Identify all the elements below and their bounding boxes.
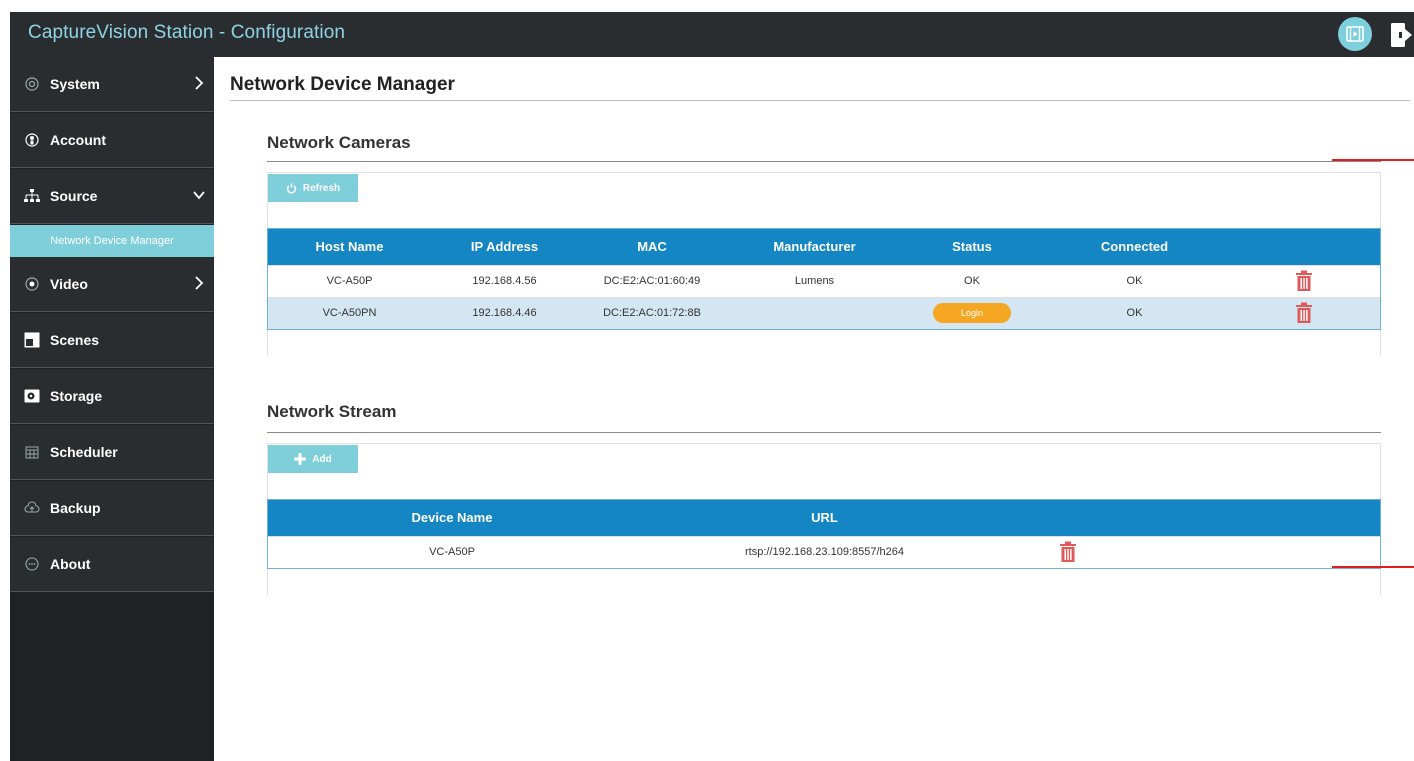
sidebar-item-label: Scheduler — [50, 444, 118, 460]
col-connected[interactable]: Connected — [1042, 228, 1227, 265]
sidebar-item-label: Account — [50, 132, 106, 148]
stream-table-header: Device Name URL — [267, 499, 1381, 536]
col-mac[interactable]: MAC — [577, 228, 727, 265]
sidebar-item-storage[interactable]: Storage — [10, 369, 214, 424]
sidebar-item-backup[interactable]: Backup — [10, 481, 214, 536]
sidebar-item-label: Source — [50, 188, 98, 204]
col-status[interactable]: Status — [902, 228, 1042, 265]
add-button-label: Add — [312, 453, 332, 465]
logout-button[interactable] — [1388, 20, 1414, 50]
chevron-down-icon — [193, 191, 205, 200]
trash-icon[interactable] — [1295, 270, 1313, 292]
film-play-icon — [1346, 26, 1364, 42]
cell-url: rtsp://192.168.23.109:8557/h264 — [637, 535, 1012, 568]
sidebar-item-label: System — [50, 76, 100, 92]
cell-manufacturer — [727, 296, 902, 329]
sidebar-item-system[interactable]: System — [10, 57, 214, 112]
col-device-name[interactable]: Device Name — [267, 499, 637, 536]
cameras-table: Host Name IP Address MAC Manufacturer St… — [267, 228, 1381, 329]
cell-mac: DC:E2:AC:01:60:49 — [577, 264, 727, 297]
power-refresh-icon — [286, 182, 297, 194]
app-window: CaptureVision Station - Configuration Sy… — [0, 0, 1414, 761]
cameras-section-divider — [267, 161, 1381, 162]
title-bar: CaptureVision Station - Configuration — [10, 12, 1414, 57]
table-row[interactable]: VC-A50PN 192.168.4.46 DC:E2:AC:01:72:8B … — [267, 296, 1381, 329]
cameras-table-header: Host Name IP Address MAC Manufacturer St… — [267, 228, 1381, 265]
top-margin — [0, 0, 1414, 12]
page-title-divider — [230, 100, 1410, 101]
table-row[interactable]: VC-A50P 192.168.4.56 DC:E2:AC:01:60:49 L… — [267, 264, 1381, 297]
app-title: CaptureVision Station - Configuration — [28, 22, 346, 43]
sidebar-item-video[interactable]: Video — [10, 257, 214, 312]
user-circle-icon — [24, 132, 40, 148]
scenes-window-icon — [24, 332, 40, 348]
col-host-name[interactable]: Host Name — [267, 228, 432, 265]
calendar-icon — [24, 444, 40, 460]
sidebar-item-scenes[interactable]: Scenes — [10, 313, 214, 368]
stream-table: Device Name URL VC-A50P rtsp://192.168.2… — [267, 499, 1381, 568]
live-view-button[interactable] — [1338, 17, 1372, 51]
exit-door-icon — [1391, 23, 1412, 47]
refresh-button[interactable]: Refresh — [268, 174, 358, 202]
sidebar-item-scheduler[interactable]: Scheduler — [10, 425, 214, 480]
cell-ip: 192.168.4.56 — [432, 264, 577, 297]
cell-host: VC-A50P — [267, 264, 432, 297]
table-row[interactable]: VC-A50P rtsp://192.168.23.109:8557/h264 — [267, 535, 1381, 568]
stream-section-title: Network Stream — [267, 402, 397, 421]
sidebar-item-source[interactable]: Source — [10, 169, 214, 224]
network-tree-icon — [24, 188, 40, 204]
add-stream-button[interactable]: Add — [268, 445, 358, 473]
sidebar-item-label: Backup — [50, 500, 101, 516]
cell-status: Login — [902, 296, 1042, 329]
annotation-line — [1332, 159, 1414, 161]
login-button[interactable]: Login — [933, 303, 1011, 324]
col-manufacturer[interactable]: Manufacturer — [727, 228, 902, 265]
cell-actions — [1227, 264, 1381, 297]
cameras-section-title: Network Cameras — [267, 133, 411, 152]
cell-host: VC-A50PN — [267, 296, 432, 329]
cell-device-name: VC-A50P — [267, 535, 637, 568]
ellipsis-circle-icon — [24, 556, 40, 572]
plus-icon — [294, 453, 307, 465]
annotation-line — [1332, 566, 1414, 568]
cell-actions — [1227, 296, 1381, 329]
sidebar-item-label: About — [50, 556, 91, 572]
storage-drive-icon — [24, 388, 40, 404]
cell-manufacturer: Lumens — [727, 264, 902, 297]
cell-connected: OK — [1042, 296, 1227, 329]
page-title: Network Device Manager — [230, 74, 455, 95]
target-icon — [24, 76, 40, 92]
col-actions — [1012, 499, 1381, 536]
cell-ip: 192.168.4.46 — [432, 296, 577, 329]
sidebar-item-label: Storage — [50, 388, 103, 404]
sidebar-subitem-network-device-manager[interactable]: Network Device Manager — [10, 225, 214, 257]
col-ip-address[interactable]: IP Address — [432, 228, 577, 265]
refresh-button-label: Refresh — [302, 182, 341, 194]
cell-mac: DC:E2:AC:01:72:8B — [577, 296, 727, 329]
left-margin — [0, 0, 10, 761]
sidebar-item-label: Scenes — [50, 332, 100, 348]
cloud-upload-icon — [24, 500, 40, 516]
cell-status: OK — [902, 264, 1042, 297]
cell-actions — [1012, 535, 1381, 568]
cell-connected: OK — [1042, 264, 1227, 297]
radio-dot-icon — [24, 276, 40, 292]
chevron-right-icon — [195, 76, 204, 90]
trash-icon[interactable] — [1295, 302, 1313, 324]
stream-section-divider — [267, 432, 1381, 433]
col-actions — [1227, 228, 1381, 265]
chevron-right-icon — [195, 276, 204, 290]
trash-icon[interactable] — [1059, 541, 1077, 563]
sidebar-item-account[interactable]: Account — [10, 113, 214, 168]
col-url[interactable]: URL — [637, 499, 1012, 536]
sidebar-item-label: Video — [50, 276, 88, 292]
sidebar: System Account Source Network Device Man… — [10, 57, 214, 761]
sidebar-item-about[interactable]: About — [10, 537, 214, 592]
